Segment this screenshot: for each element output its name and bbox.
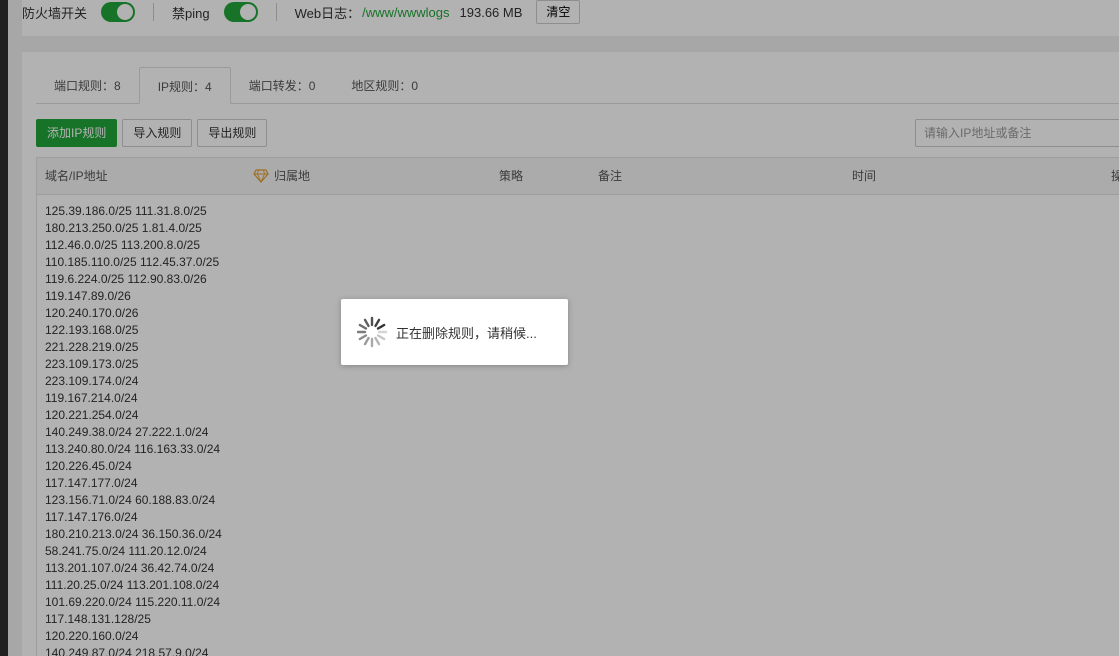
spinner-spoke [363,318,370,328]
spinner-spoke [376,334,386,341]
spinner-spoke [358,323,368,330]
spinner-icon [356,316,388,348]
spinner-spoke [358,334,368,341]
spinner-spoke [374,336,381,346]
page: 防火墙开关 禁ping Web日志： /www/wwwlogs 193.66 M… [0,0,1119,656]
spinner-spoke [374,318,381,328]
spinner-spoke [363,336,370,346]
spinner-spoke [376,323,386,330]
loading-dialog: 正在删除规则，请稍候... [341,299,568,365]
loading-message: 正在删除规则，请稍候... [396,325,537,341]
